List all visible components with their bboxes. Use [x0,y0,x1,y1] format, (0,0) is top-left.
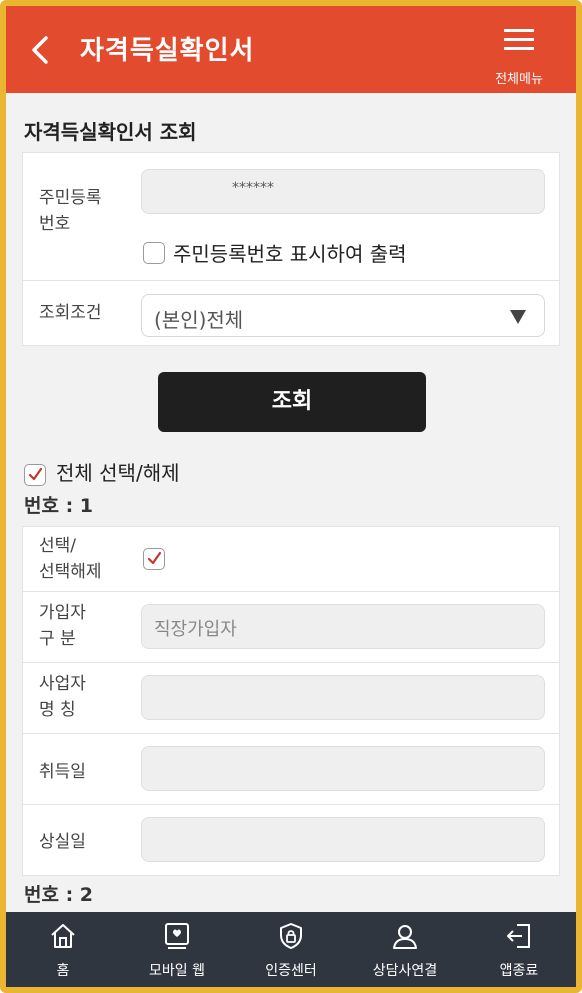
acquisition-date-label: 취득일 [39,762,86,782]
nav-auth-center[interactable]: 인증센터 [234,912,348,987]
full-menu-button[interactable]: 전체메뉴 [484,24,568,90]
exit-icon [507,924,530,948]
select-all-label: 전체 선택/해제 [56,461,180,485]
nav-auth-center-label: 인증센터 [265,963,317,979]
business-name-label: 사업자 명 칭 [39,674,86,720]
condition-label: 조회조건 [39,303,102,323]
entry-card-1: 선택/ 선택해제 가입자 구 분 직장가입자 사업자 명 칭 취득일 상실일 [22,526,560,876]
entry-select-checkbox[interactable] [143,548,165,570]
select-toggle-label: 선택/ 선택해제 [39,536,102,582]
check-icon [28,467,43,481]
home-icon [51,924,75,948]
select-all-checkbox[interactable] [24,464,46,486]
app-header: 자격득실확인서 전체메뉴 [6,6,576,93]
condition-select[interactable]: (본인)전체 [141,294,545,337]
condition-select-value: (본인)전체 [154,308,244,332]
row-divider [23,804,559,805]
resident-number-label: 주민등록 번호 [39,188,102,234]
subscriber-type-label: 가입자 구 분 [39,603,86,649]
search-button[interactable]: 조회 [158,372,426,432]
resident-number-value: ****** [232,180,274,196]
nav-exit-app[interactable]: 앱종료 [462,912,576,987]
nav-mobile-web-label: 모바일 웹 [149,963,205,979]
row-divider [23,662,559,663]
bottom-nav: 홈 모바일 웹 인증센터 상담사연결 앱종료 [6,912,576,987]
back-icon[interactable] [28,34,52,66]
counselor-icon [393,925,417,949]
nav-counselor-label: 상담사연결 [372,963,438,979]
nav-counselor[interactable]: 상담사연결 [348,912,462,987]
dropdown-arrow-icon [510,310,526,324]
full-menu-label: 전체메뉴 [495,72,543,87]
page-title: 자격득실확인서 [80,36,255,66]
nav-home[interactable]: 홈 [6,912,120,987]
app-frame: 자격득실확인서 전체메뉴 자격득실확인서 조회 주민등록 번호 ****** 주… [0,0,582,993]
loss-date-label: 상실일 [39,832,86,852]
search-card: 주민등록 번호 ****** 주민등록번호 표시하여 출력 조회조건 (본인)전… [22,152,560,346]
entry-number-1: 번호 : 1 [24,495,94,517]
loss-date-field [141,817,545,862]
mobile-web-icon [165,923,189,949]
shield-lock-icon [280,923,302,949]
resident-number-field[interactable]: ****** [141,169,545,214]
check-icon [147,551,162,565]
show-number-checkbox[interactable] [143,242,165,264]
subscriber-type-field: 직장가입자 [141,604,545,649]
nav-home-label: 홈 [56,963,70,979]
show-number-label: 주민등록번호 표시하여 출력 [173,242,407,266]
card-divider [23,280,559,281]
entry-number-2: 번호 : 2 [24,884,94,906]
hamburger-menu-icon [504,29,534,50]
subscriber-type-value: 직장가입자 [154,619,237,640]
acquisition-date-field [141,746,545,791]
row-divider [23,591,559,592]
nav-exit-app-label: 앱종료 [499,963,539,979]
nav-mobile-web[interactable]: 모바일 웹 [120,912,234,987]
business-name-field [141,675,545,720]
row-divider [23,733,559,734]
section-title: 자격득실확인서 조회 [24,120,197,144]
